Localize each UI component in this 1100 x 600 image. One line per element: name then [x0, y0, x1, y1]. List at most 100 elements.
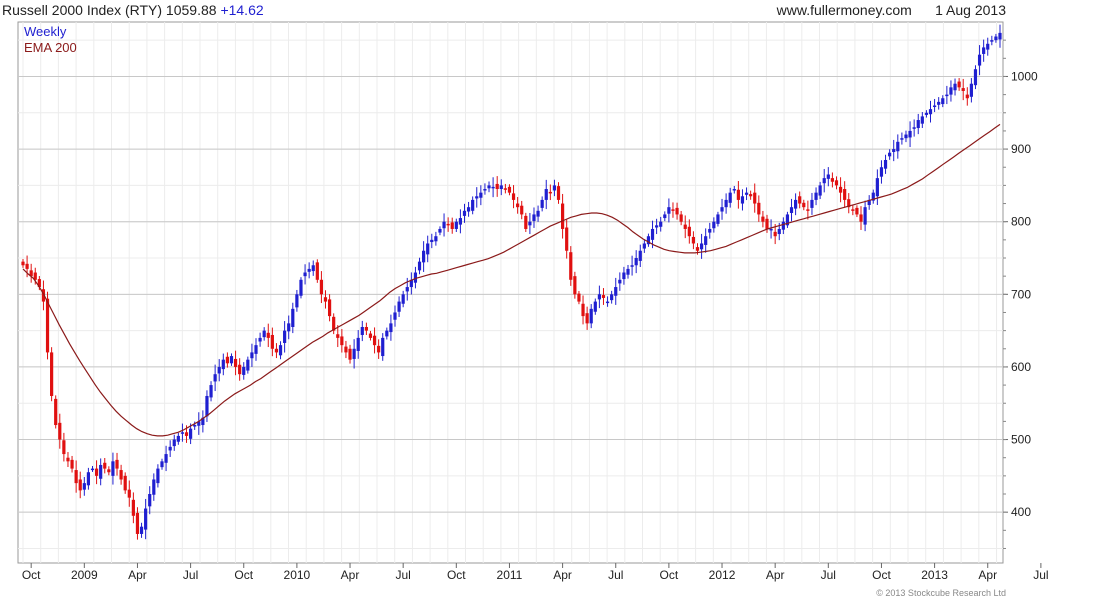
price-bar	[352, 348, 356, 359]
price-bar	[630, 265, 634, 267]
price-bar	[924, 112, 929, 115]
price-bar	[757, 202, 761, 215]
price-bar	[471, 199, 475, 211]
price-bar	[99, 464, 103, 479]
price-bar	[246, 359, 250, 371]
y-tick-label: 800	[1011, 215, 1031, 229]
price-bar	[610, 294, 614, 301]
x-tick-label: Oct	[22, 568, 41, 582]
x-tick-label: Apr	[553, 568, 572, 582]
price-bar	[998, 32, 1002, 40]
price-bar	[826, 174, 830, 179]
price-bar	[883, 159, 888, 169]
price-bar	[879, 167, 884, 177]
price-bar	[716, 214, 720, 224]
price-bar	[446, 223, 450, 226]
price-bar	[536, 210, 540, 217]
price-bar	[540, 199, 544, 208]
price-bar	[62, 440, 66, 455]
price-bar	[798, 196, 802, 204]
x-tick-label: Apr	[766, 568, 785, 582]
price-bar	[896, 141, 900, 152]
price-bar	[94, 468, 99, 476]
price-bar	[291, 308, 295, 327]
price-bar	[614, 287, 618, 296]
price-bar	[148, 494, 152, 507]
price-bar	[667, 207, 671, 214]
x-tick-label: 2013	[921, 568, 948, 582]
price-bar	[994, 36, 998, 41]
price-bar	[720, 207, 724, 212]
price-bar	[184, 432, 189, 436]
price-bar	[86, 472, 91, 486]
price-bar	[565, 227, 569, 251]
price-bar	[560, 203, 565, 229]
price-bar	[912, 127, 916, 129]
price-bar	[487, 185, 491, 189]
price-bar	[466, 207, 471, 212]
price-bar	[699, 243, 704, 250]
price-bar	[123, 475, 127, 491]
price-bar	[119, 470, 123, 480]
price-bar	[258, 337, 262, 342]
price-bar	[675, 207, 679, 215]
price-bar	[638, 250, 642, 261]
price-bar	[426, 243, 430, 255]
price-bar	[356, 337, 360, 351]
price-bar	[217, 366, 221, 374]
x-tick-label: Oct	[447, 568, 466, 582]
price-bar	[736, 189, 740, 200]
price-bar	[593, 301, 597, 312]
price-bar	[442, 221, 446, 229]
price-bar	[761, 216, 765, 222]
price-bar	[135, 512, 140, 534]
price-bar	[475, 196, 479, 199]
price-bar	[875, 178, 879, 197]
price-bar	[372, 335, 377, 346]
price-bar	[524, 215, 528, 229]
price-bar	[499, 185, 503, 190]
y-tick-label: 1000	[1011, 69, 1038, 83]
price-bar	[679, 214, 683, 222]
price-bar	[740, 196, 745, 204]
price-chart: 400 500 600 700 800 900 1000 Oct 2009 Apr Jul Oct 20…	[17, 21, 1049, 582]
price-bar	[340, 336, 344, 346]
price-bar	[131, 499, 135, 516]
price-bar	[605, 301, 610, 304]
x-tick-label: Apr	[128, 568, 147, 582]
price-bar	[671, 209, 675, 211]
x-tick-label: 2009	[71, 568, 98, 582]
price-bar	[965, 94, 969, 99]
price-bar	[892, 149, 896, 152]
price-bar	[393, 312, 397, 320]
price-bar	[548, 191, 552, 194]
price-bar	[932, 105, 937, 108]
x-tick-label: 2010	[284, 568, 311, 582]
price-bar	[397, 301, 401, 312]
price-bar	[704, 236, 708, 245]
copyright: © 2013 Stockcube Research Ltd	[876, 588, 1006, 598]
price-bar	[417, 261, 422, 271]
price-bar	[916, 120, 920, 129]
price-bar	[503, 188, 507, 190]
price-bar	[491, 186, 495, 189]
price-bar	[585, 313, 589, 324]
price-bar	[945, 94, 949, 97]
price-bar	[589, 308, 593, 324]
price-bar	[597, 294, 601, 300]
price-bar	[50, 352, 54, 396]
price-bar	[58, 422, 62, 440]
price-bar	[516, 203, 520, 208]
price-bar	[287, 323, 291, 332]
price-bar	[213, 374, 217, 382]
price-bar	[622, 272, 626, 280]
price-bar	[82, 483, 86, 490]
price-bar	[21, 261, 25, 266]
x-tick-label: Jul	[1033, 568, 1048, 582]
price-bar	[691, 236, 696, 244]
price-bar	[115, 459, 119, 469]
price-bar	[990, 40, 994, 42]
price-bar	[270, 334, 274, 349]
price-bar	[430, 239, 434, 243]
price-bar	[205, 395, 209, 417]
